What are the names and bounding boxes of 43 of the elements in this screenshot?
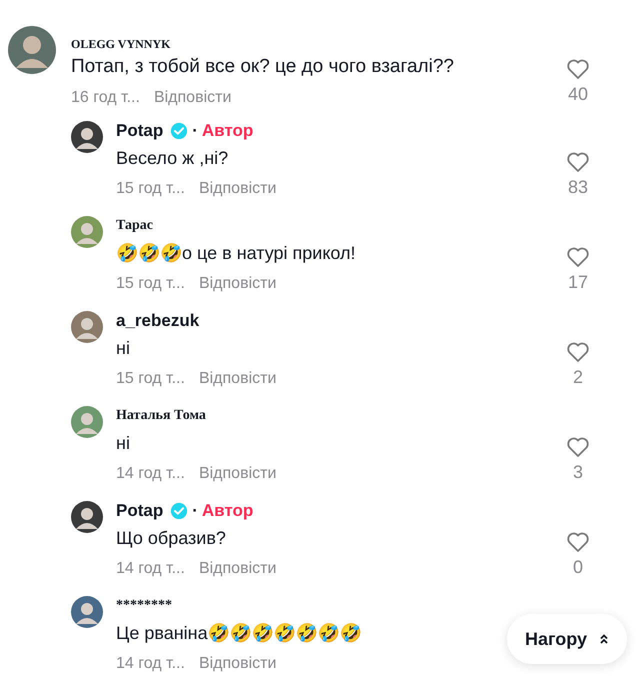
timestamp: 14 год т... [116,465,185,483]
timestamp: 16 год т... [71,89,140,107]
username[interactable]: Potap [116,501,164,521]
username[interactable]: Potap [116,121,164,141]
comment-text: Що образив? [116,527,226,549]
timestamp: 15 год т... [116,180,185,198]
like-count: 0 [572,557,583,578]
heart-icon[interactable] [566,436,590,458]
heart-icon[interactable] [566,151,590,173]
chevron-up-icon [599,633,610,645]
heart-icon[interactable] [566,341,590,363]
avatar[interactable] [71,596,103,628]
username[interactable]: ******** [116,598,172,614]
avatar[interactable] [71,121,103,153]
separator-dot: · [192,121,198,141]
like-count: 17 [568,272,588,293]
author-label: Автор [202,501,254,521]
timestamp: 14 год т... [116,560,185,578]
avatar[interactable] [8,26,56,74]
username[interactable]: Тарас [116,218,153,234]
username[interactable]: a_rebezuk [116,311,200,331]
comment-text: Це рваніна🤣🤣🤣🤣🤣🤣🤣 [116,622,362,644]
username[interactable]: Наталья Тома [116,408,206,424]
comment-text: 🤣🤣🤣о це в натурі прикол! [116,242,356,264]
timestamp: 15 год т... [116,370,185,388]
author-label: Автор [202,121,254,141]
heart-icon[interactable] [566,58,590,80]
back-to-top-button[interactable]: Нагору [507,614,627,664]
like-count: 40 [568,84,588,105]
timestamp: 14 год т... [116,655,185,673]
like-count: 3 [572,462,583,483]
username[interactable]: OLEGG VYNNYK [71,36,170,52]
comment-text: Потап, з тобой все ок? це до чого взагалі?? [71,56,454,78]
timestamp: 15 год т... [116,275,185,293]
comment-text: ні [116,432,130,454]
like-count: 83 [568,177,588,198]
avatar[interactable] [71,501,103,533]
like-count: 2 [572,367,583,388]
heart-icon[interactable] [566,246,590,268]
separator-dot: · [192,501,198,521]
comment-text: Весело ж ,ні? [116,147,228,169]
comment-text: ні [116,337,130,359]
heart-icon[interactable] [566,531,590,553]
